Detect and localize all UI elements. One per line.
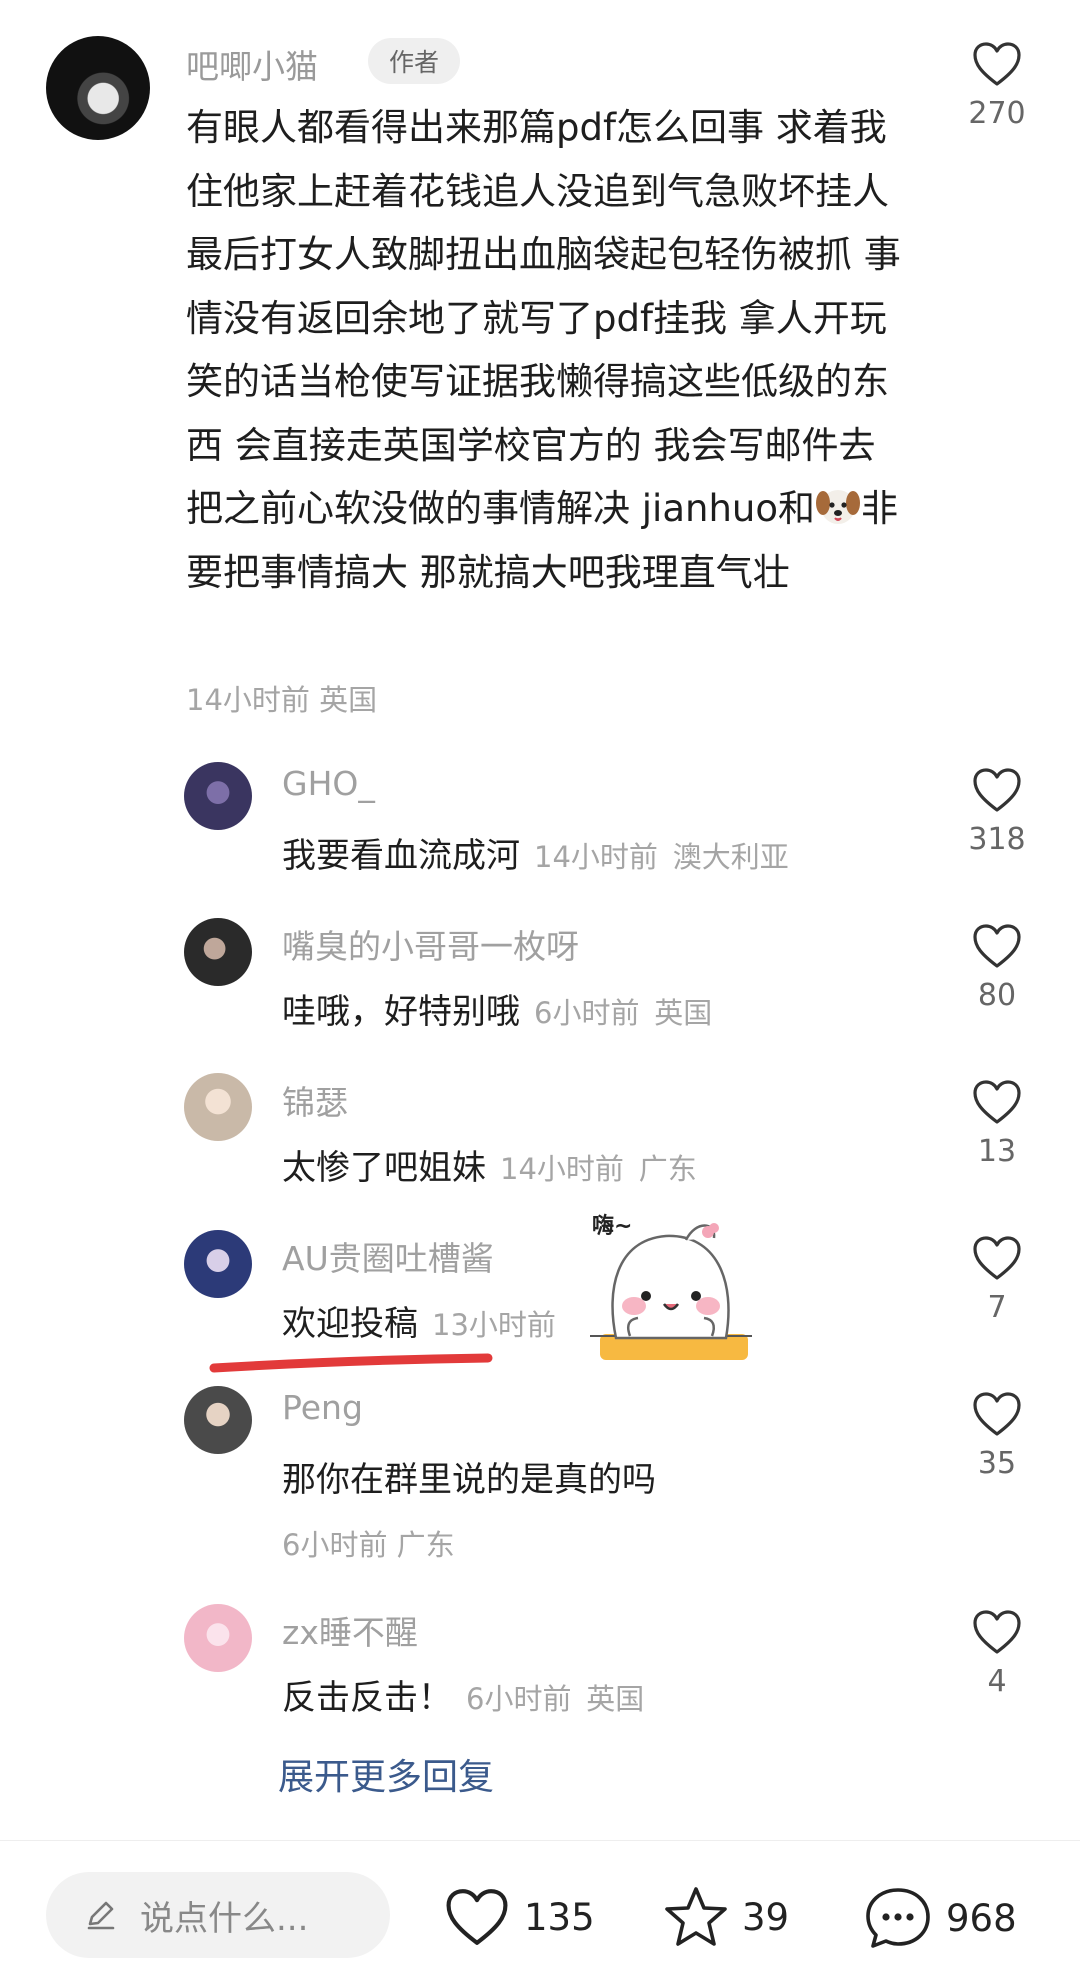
reply-username[interactable]: AU贵圈吐槽酱 xyxy=(282,1232,494,1280)
reply-body: 哇哦，好特别哦 xyxy=(282,992,520,1032)
reply-avatar[interactable] xyxy=(184,762,252,830)
reply-text: 太惨了吧姐妹 14小时前 广东 xyxy=(282,1140,697,1189)
reply-time: 13小时前 xyxy=(432,1308,556,1342)
reply-username[interactable]: Peng xyxy=(282,1388,363,1427)
pencil-icon xyxy=(87,1901,115,1930)
like-count: 318 xyxy=(968,822,1026,857)
reply-text: 欢迎投稿 13小时前 xyxy=(282,1296,556,1345)
reply-time: 14小时前 xyxy=(534,840,658,874)
comment-text-part1: 有眼人都看得出来那篇pdf怎么回事 求着我住他家上赶着花钱追人没追到气急败坏挂人… xyxy=(186,106,901,530)
author-comment-text: 有眼人都看得出来那篇pdf怎么回事 求着我住他家上赶着花钱追人没追到气急败坏挂人… xyxy=(186,96,906,604)
heart-icon xyxy=(942,922,1052,974)
reply-location: 英国 xyxy=(654,996,713,1030)
comment-time: 14小时前 xyxy=(186,683,310,717)
reply-username[interactable]: zx睡不醒 xyxy=(282,1606,418,1654)
reply-location: 英国 xyxy=(586,1682,645,1716)
reply-body: 我要看血流成河 xyxy=(282,836,520,876)
reply-like-button[interactable]: 4 xyxy=(942,1608,1052,1699)
reply-body: 反击反击！ xyxy=(282,1678,452,1718)
post-favorite-button[interactable]: 39 xyxy=(662,1884,789,1950)
post-like-button[interactable]: 135 xyxy=(442,1886,595,1948)
author-comment-meta: 14小时前 英国 xyxy=(186,677,377,719)
reply-avatar[interactable] xyxy=(184,1604,252,1672)
reply-location: 广东 xyxy=(396,1528,455,1562)
post-like-count: 135 xyxy=(524,1895,595,1939)
reply-text: 哇哦，好特别哦 6小时前 英国 xyxy=(282,984,712,1033)
reply-avatar[interactable] xyxy=(184,918,252,986)
reply-time: 6小时前 xyxy=(466,1682,572,1716)
comment-bubble-icon xyxy=(866,1888,930,1948)
reply-avatar[interactable] xyxy=(184,1386,252,1454)
reply-like-button[interactable]: 35 xyxy=(942,1390,1052,1481)
post-comment-button[interactable]: 968 xyxy=(862,1884,1017,1952)
heart-icon xyxy=(942,1390,1052,1442)
reply-like-button[interactable]: 80 xyxy=(942,922,1052,1013)
heart-icon xyxy=(942,1078,1052,1130)
reply-like-button[interactable]: 7 xyxy=(942,1234,1052,1325)
reply-location: 澳大利亚 xyxy=(672,840,789,874)
like-count: 7 xyxy=(987,1290,1007,1325)
reply-avatar[interactable] xyxy=(184,1073,252,1141)
comment-location: 英国 xyxy=(319,683,378,717)
reply-time: 6小时前 xyxy=(282,1528,388,1562)
dog-face-emoji-icon xyxy=(815,490,860,524)
sticker-text: 嗨~ xyxy=(592,1214,633,1239)
author-badge: 作者 xyxy=(368,38,460,84)
reply-location: 广东 xyxy=(638,1152,697,1186)
reply-like-button[interactable]: 13 xyxy=(942,1078,1052,1169)
heart-icon xyxy=(942,1234,1052,1286)
reply-username[interactable]: 嘴臭的小哥哥一枚呀 xyxy=(282,920,579,968)
heart-icon xyxy=(942,766,1052,818)
reply-avatar[interactable] xyxy=(184,1230,252,1298)
star-icon xyxy=(665,1887,727,1946)
post-favorite-count: 39 xyxy=(742,1895,790,1939)
comment-input[interactable]: 说点什么... xyxy=(46,1872,390,1958)
author-username[interactable]: 吧唧小猫 xyxy=(186,40,318,88)
like-count: 4 xyxy=(987,1664,1007,1699)
red-underline-annotation xyxy=(209,1353,493,1373)
reply-text: 我要看血流成河 14小时前 澳大利亚 xyxy=(282,828,789,877)
reply-body: 欢迎投稿 xyxy=(282,1304,418,1344)
expand-more-replies-link[interactable]: 展开更多回复 xyxy=(278,1748,494,1800)
like-count: 13 xyxy=(977,1134,1017,1169)
like-count: 35 xyxy=(977,1446,1017,1481)
reply-username[interactable]: GHO_ xyxy=(282,764,375,803)
like-count: 270 xyxy=(968,96,1026,131)
reply-meta: 6小时前 广东 xyxy=(282,1522,455,1564)
heart-icon xyxy=(446,1889,508,1945)
comment-input-placeholder: 说点什么... xyxy=(140,1898,309,1939)
reply-text: 反击反击！ 6小时前 英国 xyxy=(282,1670,644,1719)
reply-body: 太惨了吧姐妹 xyxy=(282,1148,486,1188)
author-avatar[interactable] xyxy=(46,36,150,140)
like-count: 80 xyxy=(977,978,1017,1013)
reply-like-button[interactable]: 318 xyxy=(942,766,1052,857)
reply-username[interactable]: 锦瑟 xyxy=(282,1076,348,1124)
reply-time: 14小时前 xyxy=(500,1152,624,1186)
post-comment-count: 968 xyxy=(946,1896,1017,1940)
heart-icon xyxy=(942,1608,1052,1660)
reply-text: 那你在群里说的是真的吗 xyxy=(282,1460,656,1500)
reply-time: 6小时前 xyxy=(534,996,640,1030)
author-like-button[interactable]: 270 xyxy=(942,40,1052,131)
heart-icon xyxy=(942,40,1052,92)
